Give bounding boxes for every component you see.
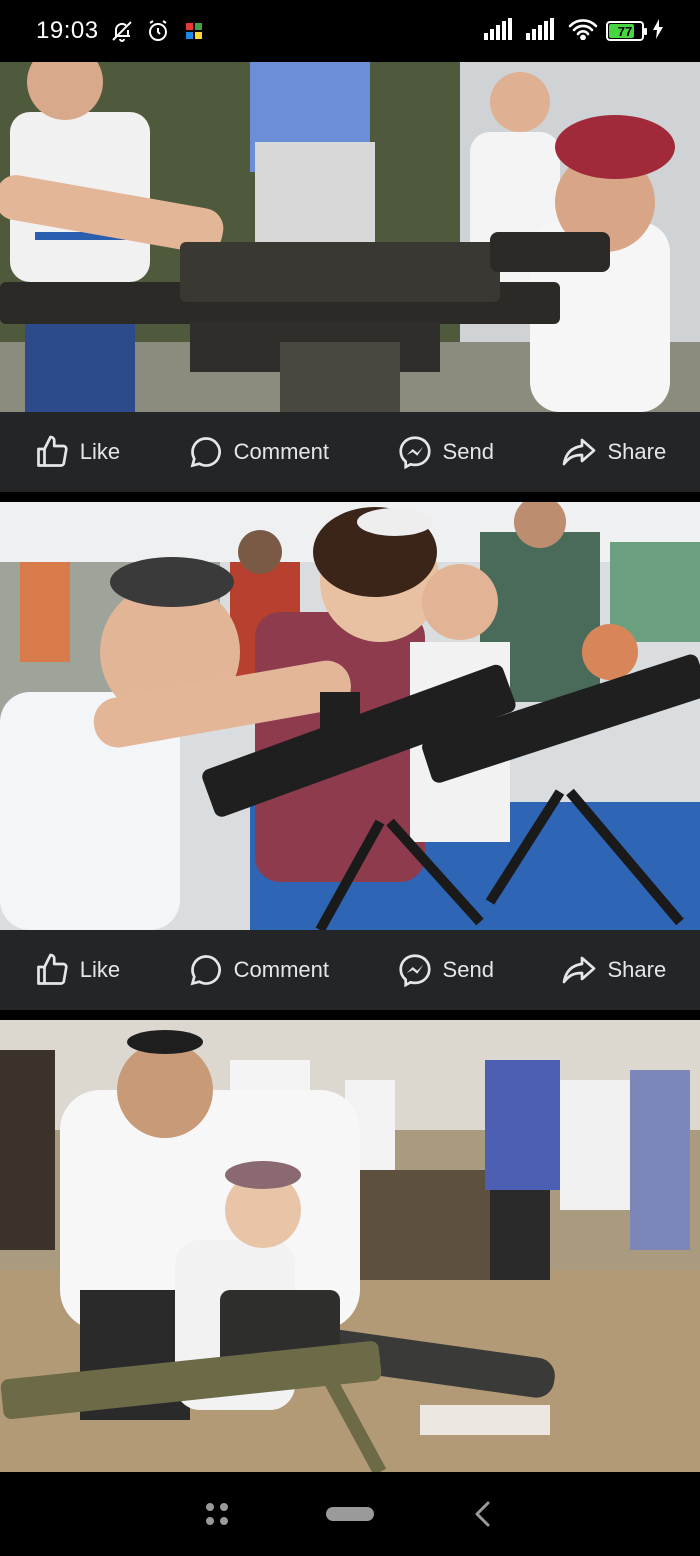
menu-icon: [205, 1503, 228, 1525]
charging-icon: [652, 18, 664, 44]
app-notification-icon: [181, 18, 207, 44]
share-arrow-icon: [563, 956, 596, 984]
post-photo-2[interactable]: [0, 502, 700, 930]
battery-level: 77: [617, 23, 633, 39]
thumbs-up-icon: [36, 435, 68, 467]
post-separator: [0, 1010, 700, 1020]
like-label: Like: [79, 439, 121, 464]
system-nav-bar: [0, 1472, 700, 1556]
share-button[interactable]: Share: [561, 952, 666, 988]
back-button[interactable]: [453, 1489, 513, 1539]
comment-button[interactable]: Comment: [188, 434, 329, 470]
post-separator: [0, 492, 700, 502]
share-button[interactable]: Share: [561, 434, 666, 470]
messenger-icon: [398, 436, 431, 470]
bell-off-icon: [109, 18, 135, 44]
like-button[interactable]: Like: [34, 952, 120, 988]
comment-label: Comment: [233, 957, 330, 982]
photo-3-image: [0, 1020, 700, 1472]
comment-button[interactable]: Comment: [188, 952, 329, 988]
like-label: Like: [79, 957, 121, 982]
clock: 19:03: [36, 17, 99, 44]
photo-2-image: [0, 502, 700, 930]
like-button[interactable]: Like: [34, 434, 120, 470]
send-label: Send: [442, 957, 494, 982]
share-arrow-icon: [563, 438, 596, 466]
send-button[interactable]: Send: [397, 434, 494, 470]
signal-icon: [526, 17, 560, 45]
comment-bubble-icon: [190, 955, 221, 986]
comment-bubble-icon: [190, 437, 221, 468]
post-photo-3[interactable]: [0, 1020, 700, 1472]
home-button[interactable]: [320, 1489, 380, 1539]
post-actions-1: Like Comment Send Share: [0, 412, 700, 492]
share-label: Share: [607, 957, 667, 982]
post-actions-2: Like Comment Send Share: [0, 930, 700, 1010]
send-button[interactable]: Send: [397, 952, 494, 988]
send-label: Send: [442, 439, 494, 464]
post-photo-1[interactable]: [0, 62, 700, 412]
signal-icon: [484, 17, 518, 45]
recent-apps-button[interactable]: [187, 1489, 247, 1539]
status-bar: 19:03 77: [0, 0, 700, 62]
thumbs-up-icon: [36, 953, 68, 985]
alarm-icon: [145, 18, 171, 44]
back-icon: [475, 1501, 490, 1527]
messenger-icon: [398, 954, 431, 988]
photo-1-image: [0, 62, 700, 412]
battery-icon: 77: [606, 21, 647, 41]
home-pill-icon: [325, 1507, 374, 1521]
share-label: Share: [607, 439, 667, 464]
wifi-icon: [568, 18, 598, 45]
comment-label: Comment: [233, 439, 330, 464]
